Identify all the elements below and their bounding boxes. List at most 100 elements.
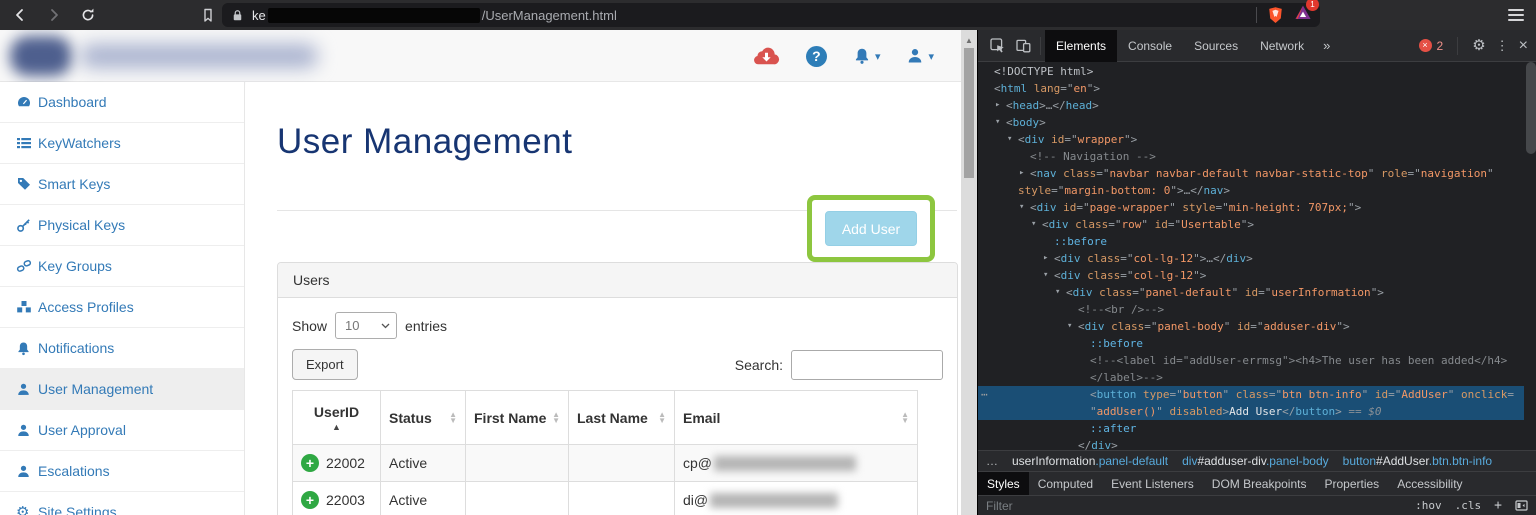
settings-gear-icon[interactable]: ⚙	[1472, 38, 1485, 53]
site-brand-redacted	[80, 44, 318, 68]
page-title: User Management	[277, 122, 573, 161]
sidebar-item-physical-keys[interactable]: Physical Keys	[0, 205, 244, 246]
tab-styles[interactable]: Styles	[978, 471, 1029, 496]
user-id: 22003	[326, 492, 365, 508]
menu-icon[interactable]	[1508, 9, 1524, 21]
sidebar-item-keywatchers[interactable]: KeyWatchers	[0, 123, 244, 164]
notifications-dropdown[interactable]: ▾	[853, 47, 881, 65]
inspect-highlight-box: Add User	[807, 195, 935, 262]
tab-computed[interactable]: Computed	[1029, 472, 1102, 496]
sidebar-item-label: Physical Keys	[38, 217, 126, 233]
error-count: 2	[1436, 38, 1444, 53]
breadcrumb: … userInformation.panel-default div#addu…	[978, 450, 1536, 471]
column-header-first-name[interactable]: First Name ▲ ▼	[465, 390, 569, 445]
main-content: User Management Add User Users Show 10 e…	[246, 82, 962, 515]
device-toolbar-icon[interactable]	[1010, 33, 1036, 59]
toolbar-divider	[1457, 36, 1459, 55]
chevron-down-icon: ▾	[874, 50, 881, 63]
filter-input[interactable]: Filter	[986, 499, 1013, 513]
dom-tree[interactable]: <!DOCTYPE html> <html lang="en"> ▸ <head>…<…	[978, 62, 1536, 450]
column-header-status[interactable]: Status ▲ ▼	[380, 390, 466, 445]
expand-row-icon[interactable]: +	[301, 491, 319, 509]
add-user-button[interactable]: Add User	[825, 211, 917, 246]
chevron-down-icon	[381, 323, 390, 328]
expand-row-icon[interactable]: +	[301, 454, 319, 472]
breadcrumb-item[interactable]: userInformation.panel-default	[1012, 454, 1168, 468]
email-prefix: di@	[683, 492, 709, 508]
email-redacted	[714, 455, 856, 471]
breadcrumb-overflow[interactable]: …	[986, 454, 998, 468]
styles-filter-bar: Filter :hov .cls +	[978, 495, 1536, 515]
tab-accessibility[interactable]: Accessibility	[1388, 472, 1471, 496]
help-icon[interactable]: ?	[805, 45, 827, 67]
address-bar[interactable]: ke /UserManagement.html 1	[222, 0, 1320, 27]
sidebar-item-label: Access Profiles	[38, 299, 134, 315]
toggle-hover-state[interactable]: :hov	[1415, 499, 1442, 512]
column-header-email[interactable]: Email ▲ ▼	[674, 390, 918, 445]
brave-rewards-icon[interactable]: 1	[1294, 0, 1319, 26]
sidebar-item-key-groups[interactable]: Key Groups	[0, 246, 244, 287]
breadcrumb-item[interactable]: button#AddUser.btn.btn-info	[1343, 454, 1492, 468]
tab-network[interactable]: Network	[1249, 30, 1315, 62]
table-row: +22002 Active cp@	[292, 444, 918, 482]
scrollbar-thumb[interactable]	[964, 48, 974, 178]
browser-toolbar: ke /UserManagement.html 1	[0, 0, 1536, 30]
back-button[interactable]	[6, 2, 34, 28]
rewards-badge: 1	[1306, 0, 1319, 11]
kebab-menu-icon[interactable]: ⋮	[1496, 39, 1509, 52]
tab-console[interactable]: Console	[1117, 30, 1183, 62]
inspect-element-icon[interactable]	[984, 33, 1010, 59]
devtools-scrollbar-thumb[interactable]	[1526, 62, 1536, 154]
toggle-classes[interactable]: .cls	[1455, 499, 1482, 512]
column-header-last-name[interactable]: Last Name ▲ ▼	[568, 390, 675, 445]
url-text-end: /UserManagement.html	[481, 7, 617, 23]
export-button[interactable]: Export	[292, 349, 358, 380]
search-input[interactable]	[791, 349, 943, 380]
email-redacted	[710, 492, 839, 508]
breadcrumb-item[interactable]: div#adduser-div.panel-body	[1182, 454, 1329, 468]
url-redaction	[267, 7, 480, 23]
sort-icon: ▲ ▼	[901, 409, 909, 425]
web-page: ? ▾ ▾ Dashboard KeyWatchers Smart Keys P…	[0, 30, 962, 515]
tab-elements[interactable]: Elements	[1045, 29, 1118, 62]
page-size-value: 10	[345, 318, 360, 333]
tab-properties[interactable]: Properties	[1315, 472, 1388, 496]
sidebar-item-notifications[interactable]: Notifications	[0, 328, 244, 369]
search-label: Search:	[734, 356, 783, 373]
reload-button[interactable]	[74, 2, 102, 28]
tab-event-listeners[interactable]: Event Listeners	[1102, 472, 1203, 496]
cubes-icon	[16, 299, 38, 315]
page-scrollbar[interactable]: ▲	[961, 30, 977, 515]
scroll-up-icon[interactable]: ▲	[961, 30, 977, 45]
sidebar-item-smart-keys[interactable]: Smart Keys	[0, 164, 244, 205]
sidebar-item-user-management[interactable]: User Management	[0, 369, 244, 410]
forward-button[interactable]	[40, 2, 68, 28]
tab-dom-breakpoints[interactable]: DOM Breakpoints	[1203, 472, 1316, 496]
more-tabs-icon[interactable]: »	[1315, 38, 1338, 53]
toolbar-divider	[1040, 36, 1041, 55]
sidebar-item-label: Notifications	[38, 340, 115, 356]
panel-title: Users	[278, 263, 957, 298]
chain-icon	[16, 258, 38, 274]
page-size-select[interactable]: 10	[335, 312, 398, 339]
user-dropdown[interactable]: ▾	[906, 47, 934, 65]
cloud-download-icon[interactable]	[753, 47, 780, 66]
gear-icon: ⚙	[16, 503, 30, 515]
brave-shield-icon[interactable]	[1267, 6, 1284, 24]
sidebar-item-user-approval[interactable]: User Approval	[0, 410, 244, 451]
error-badge[interactable]: × 2	[1418, 38, 1444, 53]
sidebar-item-access-profiles[interactable]: Access Profiles	[0, 287, 244, 328]
tab-sources[interactable]: Sources	[1183, 30, 1249, 62]
entries-label: entries	[405, 317, 448, 334]
new-style-rule-button[interactable]: +	[1494, 498, 1502, 513]
dock-panel-icon[interactable]	[1515, 500, 1528, 511]
sidebar-item-dashboard[interactable]: Dashboard	[0, 82, 244, 123]
key-icon	[16, 217, 38, 233]
user-icon	[16, 423, 38, 438]
sidebar-item-escalations[interactable]: Escalations	[0, 451, 244, 492]
column-header-userid[interactable]: UserID ▲	[292, 390, 381, 445]
sidebar-item-site-settings[interactable]: ⚙ Site Settings	[0, 492, 244, 515]
tag-icon	[16, 176, 38, 192]
bookmark-icon[interactable]	[194, 2, 222, 28]
close-icon[interactable]: ×	[1519, 37, 1528, 54]
